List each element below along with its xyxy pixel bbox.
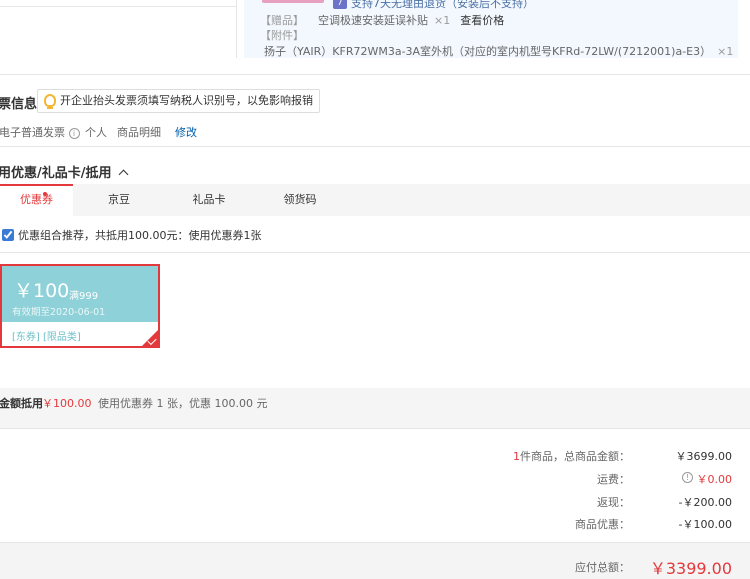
divider [0,146,750,147]
gift-row: 【赠品】 空调极速安装延误补贴 ×1 查看价格 [260,12,504,28]
attachment-tag: 【附件】 [260,29,304,42]
new-dot-badge [43,192,47,196]
product-thumbnail[interactable] [262,0,324,3]
combo-recommend[interactable]: 优惠组合推荐，共抵用100.00元：使用优惠券1张 [0,227,262,243]
rebate-value: -￥200.00 [678,496,732,509]
coupon-tags: [东券] [限品类] [12,332,81,343]
rebate-label: 返现： [597,496,630,509]
combo-checkbox[interactable] [2,229,14,241]
coupon-amount: ￥100 [14,280,70,302]
attachment-name: 扬子（YAIR）KFR72WM3a-3A室外机（对应的室内机型号KFRd-72L… [264,45,712,58]
total-value: ￥3699.00 [675,450,733,463]
invoice-tip-text: 开企业抬头发票须填写纳税人识别号，以免影响报销 [60,94,313,107]
coupon-condition: 满999 [69,291,99,302]
invoice-type: 电子普通发票 i [0,124,80,140]
invoice-section-title: 票信息 [0,97,38,112]
discount-used-bar: 金额抵用 ￥100.00 使用优惠券 1 张，优惠 100.00 元 [0,388,750,428]
invoice-type-label: 电子普通发票 [0,126,65,139]
tab-gift-card[interactable]: 礼品卡 [180,184,238,216]
shipping-label: 运费： [597,473,630,486]
combo-text: 优惠组合推荐，共抵用100.00元：使用优惠券1张 [18,229,262,242]
info-icon[interactable]: i [68,127,80,139]
payable-bar [0,542,750,579]
divider [0,74,750,75]
used-amount: ￥100.00 [42,397,92,410]
total-label: 1件商品，总商品金额： [230,448,630,464]
coupon-top: ￥100 满999 有效期至2020-06-01 [2,266,158,322]
attachment-qty: ×1 [717,45,734,58]
gift-name: 空调极速安装延误补贴 [318,14,428,27]
tab-coupon[interactable]: 优惠券 [0,184,73,216]
gift-tag: 【赠品】 [260,14,304,27]
modify-invoice-link[interactable]: 修改 [175,124,197,140]
seven-day-return-badge: 7 [333,0,347,9]
discount-label: 商品优惠： [575,518,630,531]
coupon-card[interactable]: ￥100 满999 有效期至2020-06-01 [东券] [限品类] [0,264,160,348]
tab-jingdou[interactable]: 京豆 [90,184,148,216]
coupon-expiry: 有效期至2020-06-01 [12,307,106,318]
invoice-tip: 开企业抬头发票须填写纳税人识别号，以免影响报销 [37,89,320,113]
tab-redeem-code[interactable]: 领货码 [271,184,329,216]
shipping-value: ￥0.00 [696,473,733,486]
gift-qty: ×1 [434,14,451,27]
used-desc: 使用优惠券 1 张，优惠 100.00 元 [98,397,268,410]
discount-section-title[interactable]: 用优惠/礼品卡/抵用 [0,162,128,181]
discount-value: -￥100.00 [678,518,732,531]
payable-amount: ￥3399.00 [649,559,732,578]
used-label: 金额抵用 [0,397,43,410]
invoice-content: 商品明细 [117,126,161,139]
lightbulb-icon [44,94,56,109]
discount-section-label: 用优惠/礼品卡/抵用 [0,166,112,181]
chevron-up-icon [118,169,128,180]
divider [0,428,750,429]
check-price-link[interactable]: 查看价格 [460,14,504,27]
item-count-label: 件商品，总商品金额： [520,450,630,463]
top-vertical-divider [236,0,237,58]
divider [0,252,750,253]
attachment-row: 【附件】扬子（YAIR）KFR72WM3a-3A室外机（对应的室内机型号KFRd… [260,27,750,59]
payable-label: 应付总额： [575,561,630,574]
top-left-divider [0,6,236,7]
item-count: 1 [513,450,520,463]
return-policy-text: 支持7天无理由退货（安装后不支持） [351,0,534,10]
tab-coupon-label: 优惠券 [20,193,53,206]
invoice-header: 个人 [85,126,107,139]
